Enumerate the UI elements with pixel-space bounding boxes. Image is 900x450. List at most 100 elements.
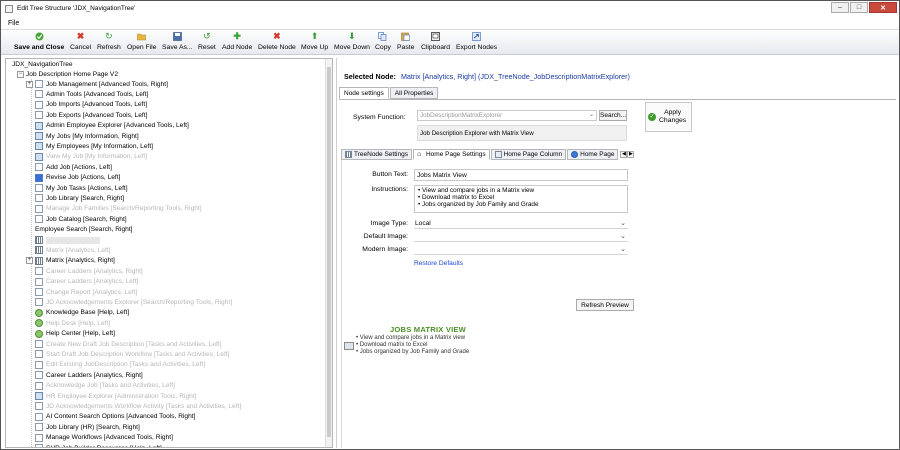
export-nodes-button[interactable]: Export Nodes bbox=[456, 32, 497, 54]
search-button[interactable]: Search... bbox=[599, 110, 627, 121]
move-up-button[interactable]: ⬆ Move Up bbox=[301, 32, 328, 54]
tree-node[interactable]: Job Exports [Advanced Tools, Left] bbox=[35, 110, 147, 120]
column-icon bbox=[494, 151, 502, 158]
button-text-input[interactable]: Jobs Matrix View bbox=[414, 169, 628, 181]
matrix-icon bbox=[35, 246, 43, 255]
tab-node-settings[interactable]: Node settings bbox=[339, 87, 389, 99]
save-as-button[interactable]: Save As... bbox=[162, 32, 193, 54]
collapse-icon[interactable]: − bbox=[17, 70, 24, 78]
tab-all-properties[interactable]: All Properties bbox=[389, 87, 439, 99]
modern-image-select[interactable]: ⌄ bbox=[414, 244, 628, 255]
tree-node[interactable]: Help Center [Help, Left] bbox=[35, 329, 115, 339]
tree-node[interactable]: Career Ladders [Analytics, Left] bbox=[35, 277, 138, 287]
clipboard-button[interactable]: Clipboard bbox=[421, 32, 450, 54]
tab-treenode-settings[interactable]: TreeNode Settings bbox=[341, 149, 412, 160]
properties-pane: Selected Node: Matrix [Analytics, Right]… bbox=[336, 58, 897, 448]
tree-node[interactable]: JD Acknowledgements Workflow Activity [T… bbox=[35, 401, 241, 411]
close-button[interactable]: ✕ bbox=[869, 2, 897, 13]
refresh-label: Refresh bbox=[97, 44, 121, 51]
copy-button[interactable]: Copy bbox=[375, 32, 391, 54]
tree-node[interactable]: Revise Job [Actions, Left] bbox=[35, 173, 120, 183]
open-file-button[interactable]: Open File bbox=[127, 32, 156, 54]
tree-node[interactable]: Job Catalog [Search, Right] bbox=[35, 214, 127, 224]
tree-node-label: Career Ladders [Analytics, Right] bbox=[46, 267, 143, 275]
instructions-textarea[interactable]: • View and compare jobs in a Matrix view… bbox=[414, 185, 628, 213]
tree-node[interactable]: SHR Job Builder Resources [Help, Left] bbox=[35, 443, 162, 447]
maximize-button[interactable]: □ bbox=[850, 2, 868, 13]
open-file-label: Open File bbox=[127, 44, 157, 51]
tree-node[interactable]: Job Library (HR) [Search, Right] bbox=[35, 422, 140, 432]
cancel-icon: ✖ bbox=[76, 31, 85, 41]
tree-node[interactable]: Job Library [Search, Right] bbox=[35, 193, 124, 203]
tree-node-label: Matrix [Analytics, Left] bbox=[46, 246, 111, 254]
chevron-right-icon[interactable]: ▶ bbox=[627, 151, 635, 158]
tree-node[interactable]: Edit Existing JobDescription [Tasks and … bbox=[35, 360, 205, 370]
restore-defaults-link[interactable]: Restore Defaults bbox=[414, 260, 463, 267]
delete-node-button[interactable]: ✖ Delete Node bbox=[258, 32, 296, 54]
tree-node[interactable]: My Employees [My Information, Left] bbox=[35, 141, 153, 151]
chevron-left-icon[interactable]: ◀ bbox=[620, 151, 628, 158]
tree-node[interactable]: Acknowledge Job [Tasks and Activities, L… bbox=[35, 381, 175, 391]
tree-node[interactable] bbox=[35, 235, 100, 245]
tree-node[interactable]: Start Draft Job Description Workflow [Ta… bbox=[35, 349, 229, 359]
tab-treenode-settings-label: TreeNode Settings bbox=[354, 151, 408, 158]
reset-button[interactable]: ↺ Reset bbox=[198, 32, 216, 54]
menu-file[interactable]: File bbox=[8, 20, 19, 27]
save-close-button[interactable]: Save and Close bbox=[14, 32, 64, 54]
tree-node[interactable]: Employee Search [Search, Right] bbox=[35, 225, 133, 235]
document-icon bbox=[35, 184, 43, 192]
tree-node[interactable]: Matrix [Analytics, Left] bbox=[35, 245, 111, 255]
copy-icon bbox=[378, 32, 387, 41]
refresh-button[interactable]: ↻ Refresh bbox=[97, 32, 121, 54]
tree-root[interactable]: JDX_NavigationTree bbox=[12, 59, 73, 69]
tab-home-page-settings[interactable]: ⌂ Home Page Settings bbox=[412, 149, 490, 160]
tree-node[interactable]: Admin Tools [Advanced Tools, Left] bbox=[35, 89, 148, 99]
document-icon bbox=[35, 163, 43, 172]
tree-node[interactable]: Manage Job Families [Search/Reporting To… bbox=[35, 204, 202, 214]
minimize-button[interactable]: – bbox=[831, 2, 849, 13]
tab-scroll-arrows: ◀ ▶ bbox=[620, 151, 635, 158]
tree-node[interactable]: Knowledge Base [Help, Left] bbox=[35, 308, 129, 318]
scrollbar-thumb[interactable] bbox=[327, 67, 331, 437]
tree-node[interactable]: My Jobs [My Information, Right] bbox=[35, 131, 139, 141]
save-as-label: Save As... bbox=[162, 44, 193, 51]
tree-node[interactable]: AI Content Search Options [Advanced Tool… bbox=[35, 412, 195, 422]
tree-node-label: View My Job [My Information, Left] bbox=[46, 153, 148, 161]
default-image-select[interactable]: ⌄ bbox=[414, 231, 628, 242]
tab-home-page[interactable]: Home Page bbox=[567, 149, 619, 160]
tree-node[interactable]: HR Employee Explorer [Administration Too… bbox=[35, 391, 197, 401]
refresh-preview-button[interactable]: Refresh Preview bbox=[576, 299, 634, 311]
tree-node[interactable]: Create New Draft Job Description [Tasks … bbox=[35, 339, 222, 349]
tree-node[interactable]: Manage Workflows [Advanced Tools, Right] bbox=[35, 433, 173, 443]
tree-node[interactable]: Add Job [Actions, Left] bbox=[35, 162, 112, 172]
tree-node[interactable]: View My Job [My Information, Left] bbox=[35, 152, 147, 162]
document-icon bbox=[35, 288, 43, 296]
tree-node[interactable]: My Job Tasks [Actions, Left] bbox=[35, 183, 128, 193]
tree-home-node[interactable]: − Job Description Home Page V2 bbox=[17, 69, 118, 79]
image-type-value: Local bbox=[415, 219, 431, 227]
tree-node[interactable]: + Job Management [Advanced Tools, Right] bbox=[26, 79, 168, 89]
apply-changes-label: Apply Changes bbox=[659, 109, 686, 125]
add-node-button[interactable]: ✚ Add Node bbox=[222, 32, 252, 54]
tree-node[interactable]: Career Ladders [Analytics, Right] bbox=[35, 370, 143, 380]
tree-node[interactable]: Help Desk [Help, Left] bbox=[35, 318, 110, 328]
tree-node[interactable]: Change Report [Analytics, Left] bbox=[35, 287, 137, 297]
expand-icon[interactable]: + bbox=[26, 80, 33, 88]
cancel-button[interactable]: ✖ Cancel bbox=[70, 32, 91, 54]
move-down-button[interactable]: ⬇ Move Down bbox=[334, 32, 370, 54]
tree-node[interactable]: + Matrix [Analytics, Right] bbox=[26, 256, 115, 266]
tree-node-label: Start Draft Job Description Workflow [Ta… bbox=[46, 350, 230, 358]
clipboard-label: Clipboard bbox=[421, 44, 451, 51]
tree-node[interactable]: JD Acknowledgements Explorer [Search/Rep… bbox=[35, 297, 232, 307]
image-type-select[interactable]: Local ⌄ bbox=[414, 218, 628, 229]
system-function-select[interactable]: JobDescriptionMatrixExplorer ⌄ bbox=[417, 110, 597, 121]
apply-changes-button[interactable]: ✓ Apply Changes bbox=[645, 102, 692, 132]
tree-node-label: JD Acknowledgements Workflow Activity [T… bbox=[46, 402, 242, 410]
tree-node[interactable]: Job Imports [Advanced Tools, Left] bbox=[35, 100, 147, 110]
tree-scrollbar[interactable] bbox=[325, 59, 332, 447]
tab-home-page-column[interactable]: Home Page Column bbox=[490, 149, 567, 160]
paste-button[interactable]: Paste bbox=[397, 32, 414, 54]
tree-node[interactable]: Career Ladders [Analytics, Right] bbox=[35, 266, 143, 276]
expand-icon[interactable]: + bbox=[26, 257, 33, 265]
tree-node[interactable]: Admin Employee Explorer [Advanced Tools,… bbox=[35, 121, 189, 131]
